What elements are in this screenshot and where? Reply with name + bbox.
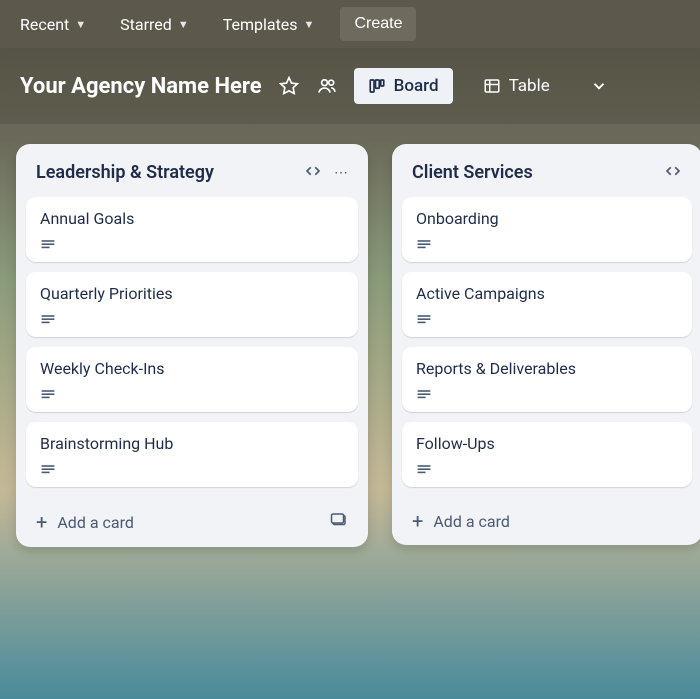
card[interactable]: Brainstorming Hub bbox=[26, 422, 358, 487]
card[interactable]: Weekly Check-Ins bbox=[26, 347, 358, 412]
collapse-icon[interactable] bbox=[664, 164, 682, 182]
card-title: Follow-Ups bbox=[416, 434, 678, 453]
add-card-label: Add a card bbox=[433, 512, 510, 531]
description-icon bbox=[416, 238, 678, 252]
create-button[interactable]: Create bbox=[340, 7, 416, 41]
card-title: Onboarding bbox=[416, 209, 678, 228]
board-canvas[interactable]: Leadership & Strategy ⋯ Annual Goals Qua… bbox=[0, 124, 700, 699]
description-icon bbox=[416, 313, 678, 327]
card[interactable]: Quarterly Priorities bbox=[26, 272, 358, 337]
plus-icon: + bbox=[36, 512, 47, 532]
description-icon bbox=[40, 313, 344, 327]
list: Client Services Onboarding Active Campai… bbox=[392, 144, 700, 545]
nav-starred-label: Starred bbox=[120, 15, 172, 34]
view-board-button[interactable]: Board bbox=[354, 68, 453, 104]
board-header: Your Agency Name Here Board Table bbox=[0, 48, 700, 124]
card[interactable]: Active Campaigns bbox=[402, 272, 692, 337]
card-title: Active Campaigns bbox=[416, 284, 678, 303]
card-title: Brainstorming Hub bbox=[40, 434, 344, 453]
view-board-label: Board bbox=[394, 76, 439, 96]
add-card-button[interactable]: + Add a card bbox=[36, 512, 134, 532]
nav-starred[interactable]: Starred ▼ bbox=[112, 9, 197, 40]
description-icon bbox=[40, 463, 344, 477]
list-header-actions bbox=[664, 164, 682, 182]
card-title: Annual Goals bbox=[40, 209, 344, 228]
chevron-down-icon: ▼ bbox=[75, 18, 86, 31]
card[interactable]: Onboarding bbox=[402, 197, 692, 262]
list-header-actions: ⋯ bbox=[304, 164, 348, 182]
nav-recent-label: Recent bbox=[20, 15, 69, 34]
list-header: Client Services bbox=[402, 156, 692, 197]
chevron-down-icon: ▼ bbox=[178, 18, 189, 31]
plus-icon: + bbox=[412, 511, 423, 531]
list-footer: + Add a card bbox=[402, 501, 692, 531]
description-icon bbox=[416, 388, 678, 402]
board-title[interactable]: Your Agency Name Here bbox=[20, 74, 262, 99]
card[interactable]: Annual Goals bbox=[26, 197, 358, 262]
top-nav: Recent ▼ Starred ▼ Templates ▼ Create bbox=[0, 0, 700, 48]
description-icon bbox=[416, 463, 678, 477]
list: Leadership & Strategy ⋯ Annual Goals Qua… bbox=[16, 144, 368, 547]
view-table-label: Table bbox=[509, 76, 550, 96]
list-title[interactable]: Client Services bbox=[412, 162, 533, 183]
description-icon bbox=[40, 238, 344, 252]
card-title: Reports & Deliverables bbox=[416, 359, 678, 378]
card-template-icon[interactable] bbox=[330, 511, 348, 533]
list-header: Leadership & Strategy ⋯ bbox=[26, 156, 358, 197]
nav-templates-label: Templates bbox=[223, 15, 298, 34]
card-title: Weekly Check-Ins bbox=[40, 359, 344, 378]
nav-recent[interactable]: Recent ▼ bbox=[12, 9, 94, 40]
list-title[interactable]: Leadership & Strategy bbox=[36, 162, 214, 183]
list-menu-icon[interactable]: ⋯ bbox=[334, 165, 348, 181]
card[interactable]: Reports & Deliverables bbox=[402, 347, 692, 412]
card-title: Quarterly Priorities bbox=[40, 284, 344, 303]
card[interactable]: Follow-Ups bbox=[402, 422, 692, 487]
chevron-down-icon: ▼ bbox=[304, 18, 315, 31]
add-card-label: Add a card bbox=[57, 513, 134, 532]
add-card-button[interactable]: + Add a card bbox=[412, 511, 510, 531]
members-icon[interactable] bbox=[316, 75, 338, 97]
nav-templates[interactable]: Templates ▼ bbox=[215, 9, 323, 40]
view-table-button[interactable]: Table bbox=[469, 68, 564, 104]
collapse-icon[interactable] bbox=[304, 164, 322, 182]
star-icon[interactable] bbox=[278, 75, 300, 97]
description-icon bbox=[40, 388, 344, 402]
chevron-down-icon[interactable] bbox=[588, 75, 610, 97]
list-footer: + Add a card bbox=[26, 501, 358, 533]
